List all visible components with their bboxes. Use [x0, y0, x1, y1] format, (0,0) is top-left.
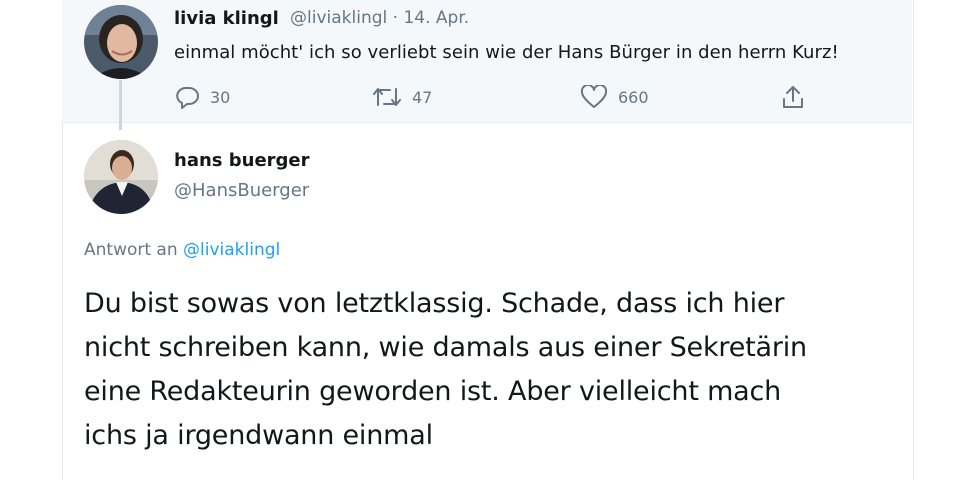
reply-context: Antwort an @liviaklingl — [84, 240, 280, 260]
reply-to-label: Antwort an — [84, 240, 178, 260]
reply-icon — [176, 87, 199, 109]
like-icon — [580, 85, 608, 108]
reply-text-line: ichs ja irgendwann einmal — [84, 420, 433, 451]
retweet-button[interactable]: 47 — [372, 84, 432, 110]
reply-to-handle-link[interactable]: @liviaklingl — [183, 240, 280, 260]
reply-button[interactable]: 30 — [174, 84, 230, 110]
share-button[interactable] — [780, 84, 816, 110]
reply-count: 30 — [210, 87, 231, 107]
avatar-hans-buerger[interactable] — [84, 140, 158, 214]
author-meta[interactable]: @liviaklingl · 14. Apr. — [290, 8, 469, 28]
avatar-livia-klingl[interactable] — [84, 5, 158, 79]
share-icon — [783, 86, 803, 108]
thread-connector-line — [119, 80, 122, 130]
reply-text-line: eine Redakteurin geworden ist. Aber viel… — [84, 376, 782, 407]
author-handle[interactable]: @liviaklingl — [290, 8, 387, 28]
like-count: 660 — [618, 87, 649, 107]
reply-text-line: Du bist sowas von letztklassig. Schade, … — [84, 288, 785, 319]
reply-tweet-text: Du bist sowas von letztklassig. Schade, … — [84, 282, 904, 458]
tweet-date[interactable]: 14. Apr. — [403, 8, 469, 28]
meta-separator: · — [392, 8, 399, 28]
author-name[interactable]: livia klingl — [174, 8, 279, 29]
retweet-icon — [373, 88, 401, 106]
reply-text-line: nicht schreiben kann, wie damals aus ein… — [84, 332, 807, 363]
tweet-text: einmal möcht' ich so verliebt sein wie d… — [174, 42, 839, 63]
like-button[interactable]: 660 — [580, 84, 649, 110]
reply-author-name[interactable]: hans buerger — [174, 150, 310, 171]
retweet-count: 47 — [412, 87, 433, 107]
reply-author-handle[interactable]: @HansBuerger — [174, 180, 309, 201]
